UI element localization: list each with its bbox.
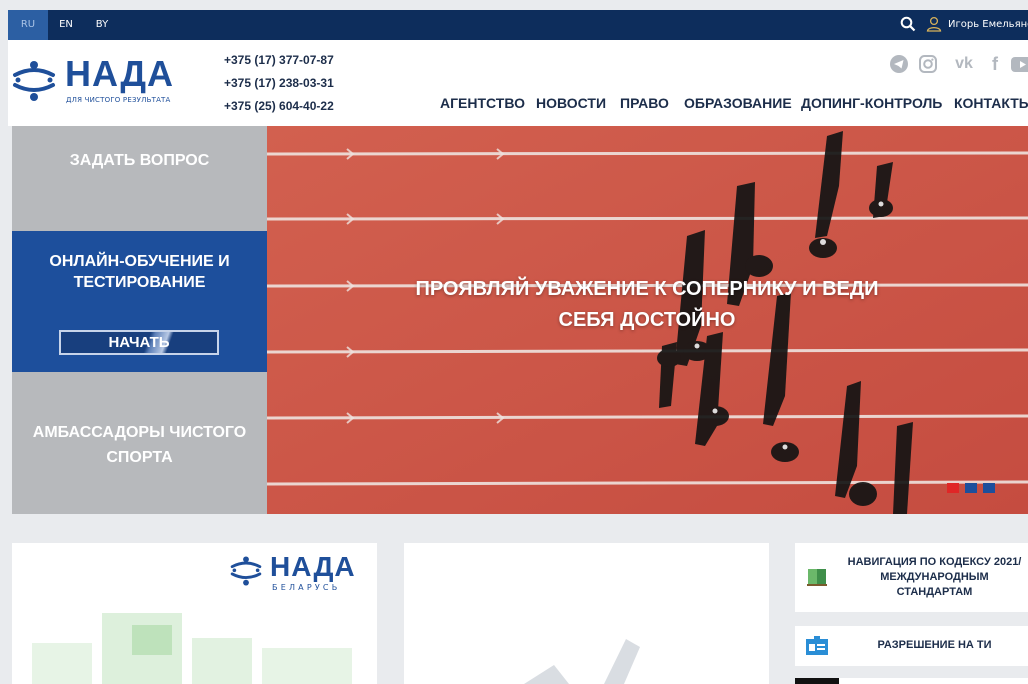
ambassadors-panel[interactable]: АМБАССАДОРЫ ЧИСТОГО СПОРТА [12, 372, 267, 514]
logo-name[interactable]: НАДА [65, 53, 174, 95]
promo-card[interactable] [404, 543, 769, 684]
phone-number[interactable]: +375 (17) 238-03-31 [224, 76, 334, 99]
ti-permit-link[interactable]: РАЗРЕШЕНИЕ НА ТИ [795, 626, 1028, 666]
user-icon[interactable] [926, 16, 942, 32]
phone-list: +375 (17) 377-07-87 +375 (17) 238-03-31 … [224, 53, 334, 122]
check-mark-graphic [524, 639, 640, 684]
top-bar: RU EN BY Игорь Емельянов [8, 10, 1028, 40]
code-navigation-label: НАВИГАЦИЯ ПО КОДЕКСУ 2021/МЕЖДУНАРОДНЫМ … [847, 556, 1022, 598]
nav-news[interactable]: НОВОСТИ [536, 95, 606, 111]
youtube-icon[interactable] [1010, 52, 1028, 76]
phone-number[interactable]: +375 (25) 604-40-22 [224, 99, 334, 122]
phone-number[interactable]: +375 (17) 377-07-87 [224, 53, 334, 76]
nav-agency[interactable]: АГЕНТСТВО [440, 95, 525, 111]
hero-caption: ПРОЯВЛЯЙ УВАЖЕНИЕ К СОПЕРНИКУ И ВЕДИ СЕБ… [415, 278, 879, 331]
nav-education[interactable]: ОБРАЗОВАНИЕ [684, 95, 792, 111]
lang-by[interactable]: BY [84, 10, 120, 40]
partial-link-card[interactable] [795, 678, 1028, 684]
slider-dot-1[interactable] [947, 483, 959, 493]
site-header: НАДА ДЛЯ ЧИСТОГО РЕЗУЛЬТАТА +375 (17) 37… [8, 40, 1028, 126]
nav-law[interactable]: ПРАВО [620, 95, 669, 111]
slider-dot-2[interactable] [965, 483, 977, 493]
ask-question-label: ЗАДАТЬ ВОПРОС [69, 152, 210, 169]
code-navigation-link[interactable]: НАВИГАЦИЯ ПО КОДЕКСУ 2021/МЕЖДУНАРОДНЫМ … [795, 543, 1028, 612]
search-icon[interactable] [900, 16, 916, 32]
online-learning-title: ОНЛАЙН-ОБУЧЕНИЕ И ТЕСТИРОВАНИЕ [49, 253, 230, 291]
map-card[interactable]: НАДА БЕЛАРУСЬ [12, 543, 377, 684]
permit-icon [806, 636, 828, 655]
ti-permit-label: РАЗРЕШЕНИЕ НА ТИ [877, 639, 992, 651]
online-learning-panel: ОНЛАЙН-ОБУЧЕНИЕ И ТЕСТИРОВАНИЕ НАЧАТЬ [12, 231, 267, 372]
nav-doping-control[interactable]: ДОПИНГ-КОНТРОЛЬ [801, 95, 942, 111]
ask-question-panel[interactable]: ЗАДАТЬ ВОПРОС [12, 126, 267, 231]
hero-slider[interactable]: ПРОЯВЛЯЙ УВАЖЕНИЕ К СОПЕРНИКУ И ВЕДИ СЕБ… [267, 126, 1028, 514]
slider-dot-3[interactable] [983, 483, 995, 493]
partial-link-icon [795, 678, 839, 684]
nav-contacts[interactable]: КОНТАКТЫ [954, 95, 1028, 111]
vk-icon[interactable]: vk [950, 52, 978, 76]
lang-en[interactable]: EN [48, 10, 84, 40]
ambassadors-label: АМБАССАДОРЫ ЧИСТОГО СПОРТА [32, 424, 247, 466]
book-icon [807, 569, 827, 586]
start-button[interactable]: НАЧАТЬ [59, 330, 219, 355]
nada-logo-icon[interactable] [12, 59, 56, 103]
instagram-icon[interactable] [917, 52, 939, 76]
telegram-icon[interactable] [888, 52, 910, 76]
facebook-icon[interactable]: f [984, 52, 1006, 76]
lang-ru[interactable]: RU [8, 10, 48, 40]
logo-tagline: ДЛЯ ЧИСТОГО РЕЗУЛЬТАТА [66, 96, 171, 104]
user-name[interactable]: Игорь Емельянов [948, 10, 1028, 40]
dotted-world-map [32, 613, 352, 684]
